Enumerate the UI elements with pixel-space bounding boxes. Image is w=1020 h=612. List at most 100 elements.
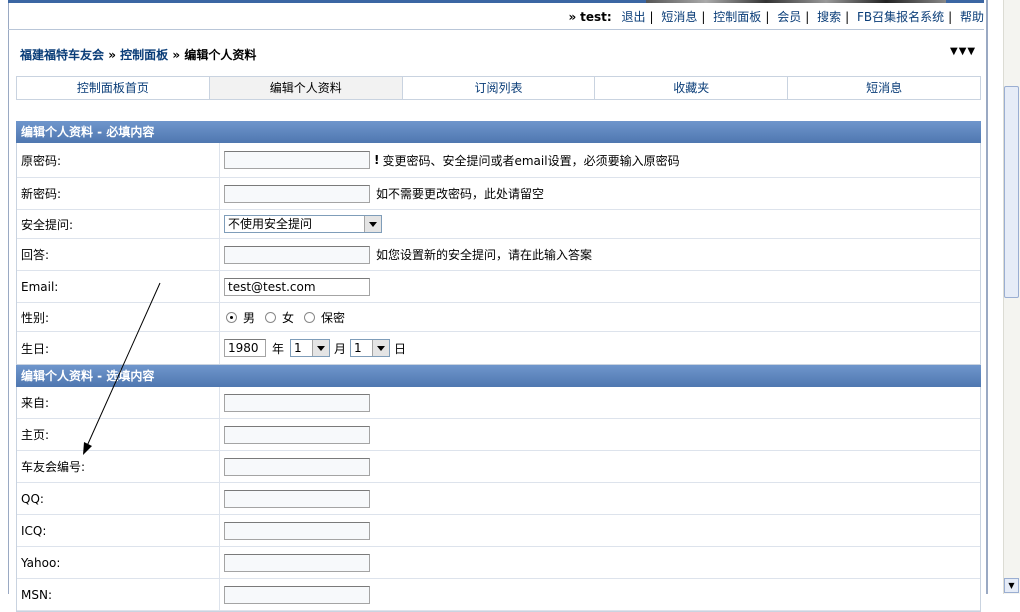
required-section-header: 编辑个人资料 - 必填内容 (16, 121, 981, 143)
form-row: MSN: (17, 579, 980, 611)
form-row: Yahoo: (17, 547, 980, 579)
gender-label: 性别: (17, 303, 220, 331)
new-password-input[interactable] (224, 184, 370, 203)
divider: | (649, 10, 654, 24)
form-row: 来自: (17, 387, 980, 419)
answer-label: 回答: (17, 239, 220, 270)
yahoo-input[interactable] (224, 553, 370, 572)
birth-month-value: 1 (294, 341, 302, 355)
qq-input[interactable] (224, 489, 370, 508)
username: test: (580, 10, 612, 24)
scrollbar-thumb[interactable] (1004, 86, 1019, 298)
icq-input[interactable] (224, 521, 370, 540)
right-frame-border (986, 0, 988, 594)
chevron-down-icon[interactable] (364, 216, 381, 232)
qq-label: QQ: (17, 483, 220, 514)
breadcrumb-current: 编辑个人资料 (184, 48, 257, 62)
members-link[interactable]: 会员 (777, 10, 801, 24)
security-question-label: 安全提问: (17, 210, 220, 238)
divider: | (948, 10, 953, 24)
email-field[interactable]: test@test.com (224, 277, 370, 296)
chevron-down-icon[interactable] (312, 340, 330, 356)
chevron-down-icon[interactable] (372, 340, 390, 356)
tab-messages[interactable]: 短消息 (788, 77, 980, 99)
birth-day-select[interactable]: 1 (350, 339, 391, 357)
control-panel-tabs: 控制面板首页 编辑个人资料 订阅列表 收藏夹 短消息 (16, 76, 981, 100)
yahoo-label: Yahoo: (17, 547, 220, 578)
club-number-label: 车友会编号: (17, 451, 220, 482)
security-question-value: 不使用安全提问 (228, 217, 313, 231)
homepage-input[interactable] (224, 425, 370, 444)
form-row: 回答: 如您设置新的安全提问，请在此输入答案 (17, 239, 980, 271)
msn-input[interactable] (224, 585, 370, 604)
collapse-icon[interactable]: ▼▼▼ (950, 46, 976, 57)
fb-signup-link[interactable]: FB召集报名系统 (857, 10, 944, 24)
form-row: QQ: (17, 483, 980, 515)
required-form: 原密码: ! 变更密码、安全提问或者email设置，必须要输入原密码 新密码: … (16, 143, 981, 365)
month-unit: 月 (334, 341, 347, 356)
icq-label: ICQ: (17, 515, 220, 546)
header-divider (8, 29, 984, 30)
birth-year-input[interactable]: 1980 (224, 339, 266, 357)
search-link[interactable]: 搜索 (817, 10, 841, 24)
new-password-hint: 如不需要更改密码，此处请留空 (376, 187, 545, 201)
form-row: 主页: (17, 419, 980, 451)
breadcrumb-site-link[interactable]: 福建福特车友会 (20, 48, 104, 62)
gender-radio-secret[interactable] (304, 311, 316, 323)
form-row: 新密码: 如不需要更改密码，此处请留空 (17, 178, 980, 210)
security-question-select[interactable]: 不使用安全提问 (224, 215, 382, 233)
gender-radio-male[interactable] (226, 311, 237, 323)
day-unit: 日 (394, 341, 407, 356)
left-frame-border (0, 0, 9, 594)
form-row: Email: test@test.com (17, 271, 980, 303)
form-row: ICQ: (17, 515, 980, 547)
gender-option-male: 男 (243, 310, 256, 325)
form-row: 生日: 1980 年 1 月 1 日 (17, 332, 980, 364)
breadcrumb-sep: » (108, 48, 116, 62)
email-label: Email: (17, 271, 220, 302)
form-row: 性别: 男 女 保密 (17, 303, 980, 332)
scroll-down-icon[interactable]: ▼ (1004, 578, 1019, 593)
breadcrumb-panel-link[interactable]: 控制面板 (120, 48, 168, 62)
old-password-input[interactable] (224, 151, 370, 169)
messages-link[interactable]: 短消息 (661, 10, 697, 24)
birth-day-value: 1 (354, 341, 362, 355)
breadcrumb: 福建福特车友会 » 控制面板 » 编辑个人资料 (20, 46, 256, 63)
birth-month-select[interactable]: 1 (290, 339, 331, 357)
divider: | (765, 10, 770, 24)
userbar-prefix: » (568, 10, 577, 24)
divider: | (845, 10, 850, 24)
club-number-input[interactable] (224, 457, 370, 476)
form-row: 车友会编号: (17, 451, 980, 483)
homepage-label: 主页: (17, 419, 220, 450)
birthday-label: 生日: (17, 332, 220, 364)
tab-subscriptions[interactable]: 订阅列表 (403, 77, 596, 99)
banner-image (646, 0, 946, 3)
divider: | (701, 10, 706, 24)
warning-icon: ! (374, 153, 380, 167)
tab-favorites[interactable]: 收藏夹 (595, 77, 789, 99)
help-link[interactable]: 帮助 (960, 10, 984, 24)
optional-section-header: 编辑个人资料 - 选填内容 (16, 365, 981, 387)
form-row: 原密码: ! 变更密码、安全提问或者email设置，必须要输入原密码 (17, 143, 980, 178)
new-password-label: 新密码: (17, 178, 220, 209)
msn-label: MSN: (17, 579, 220, 610)
answer-input[interactable] (224, 245, 370, 264)
tab-panel-home[interactable]: 控制面板首页 (17, 77, 210, 99)
from-label: 来自: (17, 387, 220, 418)
divider: | (805, 10, 810, 24)
answer-hint: 如您设置新的安全提问，请在此输入答案 (376, 248, 593, 262)
tab-edit-profile[interactable]: 编辑个人资料 (209, 77, 403, 99)
year-unit: 年 (272, 341, 285, 356)
old-password-hint: 变更密码、安全提问或者email设置，必须要输入原密码 (382, 153, 680, 168)
old-password-label: 原密码: (17, 143, 220, 177)
gender-radio-female[interactable] (265, 311, 277, 323)
optional-form: 来自: 主页: 车友会编号: QQ: ICQ: Yahoo: MSN: (16, 387, 981, 612)
gender-option-secret: 保密 (321, 310, 346, 325)
breadcrumb-sep: » (172, 48, 181, 62)
user-bar: » test: 退出 | 短消息 | 控制面板 | 会员 | 搜索 | FB召集报名系统 |… (569, 8, 984, 26)
gender-option-female: 女 (282, 310, 295, 325)
from-input[interactable] (224, 393, 370, 412)
logout-link[interactable]: 退出 (622, 10, 646, 24)
control-panel-link[interactable]: 控制面板 (713, 10, 761, 24)
